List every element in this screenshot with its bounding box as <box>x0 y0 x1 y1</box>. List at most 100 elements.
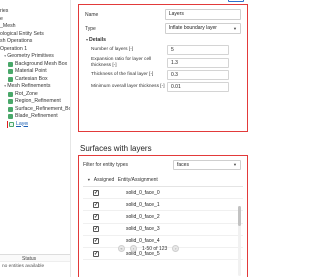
simulation-tree-panel: ries e _Mesh ological Entity Sets sh Operati… <box>0 0 71 277</box>
tree-item-label: Layers <box>16 120 28 127</box>
details-fields: Number of layers [-] 5 Expansion ratio for… <box>85 45 241 93</box>
entity-icon <box>8 114 13 120</box>
tree-item[interactable]: sh Operations <box>0 38 70 46</box>
type-select[interactable]: Inflate boundary layer ▼ <box>164 23 241 34</box>
simulation-tree: ries e _Mesh ological Entity Sets sh Operati… <box>0 8 70 128</box>
filter-value: faces <box>177 161 189 168</box>
list-item[interactable]: ✓ solid_0_face_2 <box>83 211 243 224</box>
table-header-spacer <box>0 255 22 261</box>
entity-name: solid_0_face_3 <box>126 226 160 233</box>
surfaces-section-title: Surfaces with layers <box>80 144 152 153</box>
tree-item[interactable]: Rot_Zone <box>0 91 70 99</box>
detail-field-input[interactable]: 0.3 <box>167 70 229 81</box>
tree-item-label: sh Operations <box>0 38 33 44</box>
properties-form: Name Layers Type Inflate boundary layer … <box>78 4 248 132</box>
detail-field-input[interactable]: 1.3 <box>167 57 229 68</box>
filter-label: Filter for entity types <box>83 161 129 168</box>
tree-item[interactable]: ▾ Mesh Refinements <box>0 83 70 91</box>
next-page-icon[interactable]: › <box>172 245 180 252</box>
list-item[interactable]: ✓ solid_0_face_3 <box>83 224 243 236</box>
assigned-checkbox[interactable]: ✓ <box>93 201 99 208</box>
name-value: Layers <box>168 11 184 17</box>
detail-field-row: Minimum overall layer thickness [-] 0.01 <box>85 82 241 93</box>
detail-field-row: Number of layers [-] 5 <box>85 45 241 55</box>
list-scrollbar[interactable] <box>238 206 241 276</box>
name-input[interactable]: Layers <box>164 9 241 20</box>
detail-field-row: Thickness of the final layer [-] 0.3 <box>85 70 241 81</box>
name-label: Name <box>85 11 99 18</box>
type-row: Type Inflate boundary layer ▼ <box>85 23 241 34</box>
empty-table-message: no entities available <box>2 264 45 269</box>
tree-item-label: Background Mesh Box <box>15 60 68 67</box>
tree-item[interactable]: Cartesian Box <box>0 76 70 84</box>
detail-field-value: 0.3 <box>171 72 178 79</box>
layer-icon <box>9 121 14 127</box>
tree-item[interactable]: Region_Refinement <box>0 98 70 106</box>
tree-item-label: Region_Refinement <box>15 98 61 104</box>
assigned-checkbox[interactable]: ✓ <box>93 213 99 220</box>
detail-field-value: 1.3 <box>171 59 178 66</box>
entity-icon <box>8 76 13 82</box>
assigned-checkbox[interactable]: ✓ <box>93 238 99 245</box>
panel-top-button[interactable] <box>228 0 244 2</box>
entity-icon <box>8 61 13 67</box>
details-toggle[interactable]: ▼ Details <box>85 37 241 43</box>
tree-item[interactable]: ▾ Geometry Primitives <box>0 53 70 61</box>
detail-field-label: Thickness of the final layer [-] <box>91 72 154 78</box>
scrollbar-thumb[interactable] <box>238 206 241 226</box>
page-range-text: 1-50 of 123 <box>142 245 168 252</box>
filter-row: Filter for entity types faces ▼ <box>79 156 247 170</box>
tree-item-label: Blade_Refinement <box>15 113 58 119</box>
previous-page-icon[interactable]: ‹ <box>130 245 137 252</box>
assigned-column-header[interactable]: Assigned <box>94 177 118 183</box>
detail-field-label: Number of layers [-] <box>91 47 134 53</box>
tree-item-label: Material Point <box>15 68 47 74</box>
assigned-checkbox[interactable]: ✓ <box>93 250 99 257</box>
sort-down-icon[interactable]: ▼ <box>87 178 91 182</box>
tree-item[interactable]: ries <box>0 8 70 16</box>
detail-field-input[interactable]: 0.01 <box>167 82 229 93</box>
assignment-list: ▼ Assigned Entity/Assignment ✓ solid_0_fa… <box>83 174 243 277</box>
tree-item-label: Operation 1 <box>0 45 28 52</box>
entity-name: solid_0_face_4 <box>126 238 160 245</box>
entity-name: solid_0_face_2 <box>126 213 160 220</box>
detail-field-value: 5 <box>171 47 174 53</box>
tree-item-label: e <box>0 15 3 22</box>
tree-item[interactable]: ological Entity Sets <box>0 31 70 39</box>
first-page-icon[interactable]: « <box>118 245 125 252</box>
tree-item[interactable]: Operation 1 <box>0 46 70 54</box>
tree-item-label: _Mesh <box>0 23 16 29</box>
status-column-header[interactable]: Status <box>22 255 36 262</box>
entity-type-filter-select[interactable]: faces ▼ <box>173 159 241 170</box>
tree-item[interactable]: Material Point <box>0 68 70 76</box>
entity-name: solid_0_face_0 <box>126 189 160 196</box>
tree-item[interactable]: Surface_Refinement_Body <box>0 106 70 114</box>
tree-item[interactable]: _Mesh <box>0 23 70 31</box>
tree-item[interactable]: Layers <box>0 120 28 128</box>
tree-item-label: ological Entity Sets <box>0 30 44 37</box>
list-item[interactable]: ✓ solid_0_face_0 <box>83 187 243 200</box>
surfaces-with-layers: Filter for entity types faces ▼ ▼ Assign… <box>78 155 248 277</box>
tree-item[interactable]: e <box>0 16 70 24</box>
list-header: ▼ Assigned Entity/Assignment <box>83 174 243 187</box>
tree-item-label: Geometry Primitives <box>7 53 54 59</box>
tree-item[interactable]: Blade_Refinement <box>0 113 70 121</box>
chevron-down-icon: ▼ <box>233 162 237 167</box>
tree-item[interactable]: Background Mesh Box <box>0 61 70 69</box>
chevron-down-icon: ▼ <box>233 26 237 31</box>
entity-column-header[interactable]: Entity/Assignment <box>118 177 158 183</box>
assigned-checkbox[interactable]: ✓ <box>93 189 99 196</box>
detail-field-value: 0.01 <box>171 84 181 91</box>
type-value: Inflate boundary layer <box>168 25 217 31</box>
detail-field-label: Expansion ratio for layer cell thickness… <box>91 57 152 68</box>
detail-field-input[interactable]: 5 <box>167 45 229 55</box>
tree-item-label: Mesh Refinements <box>7 83 51 89</box>
name-row: Name Layers <box>85 9 241 20</box>
pagination: « ‹ 1-50 of 123 › <box>118 245 180 252</box>
list-item[interactable]: ✓ solid_0_face_1 <box>83 199 243 212</box>
tree-item-label: Surface_Refinement_Body <box>15 105 70 112</box>
detail-field-row: Expansion ratio for layer cell thickness… <box>85 57 241 68</box>
details-label: Details <box>89 37 107 43</box>
assigned-checkbox[interactable]: ✓ <box>93 226 99 233</box>
type-label: Type <box>85 25 96 32</box>
